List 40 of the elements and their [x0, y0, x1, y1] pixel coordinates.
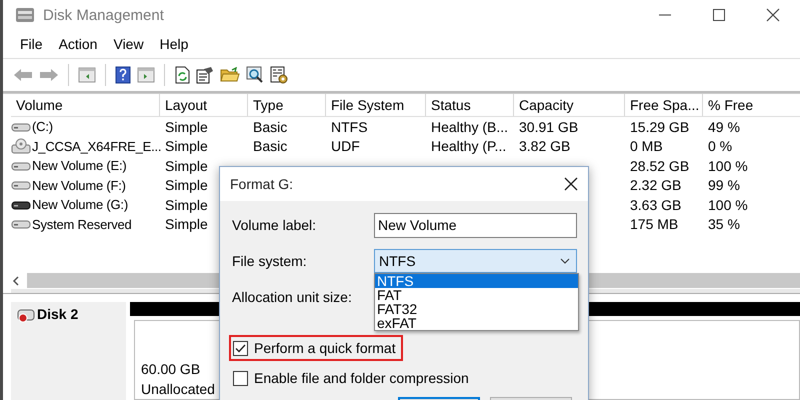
partition-size: 60.00 GB [141, 360, 200, 379]
table-cell: 35 % [708, 216, 740, 232]
table-cell: Healthy (P... [431, 138, 506, 154]
table-cell: Basic [253, 138, 288, 154]
disk-name: Disk 2 [37, 306, 78, 322]
table-cell: Simple [165, 158, 208, 174]
table-cell: UDF [331, 138, 360, 154]
volume-name: System Reserved [32, 216, 132, 232]
table-cell: 3.63 GB [630, 196, 682, 213]
table-cell: 3.82 GB [519, 138, 570, 154]
field-label: Allocation unit size: [232, 289, 353, 305]
table-cell: Simple [165, 118, 208, 135]
volume-name: New Volume (E:) [32, 158, 127, 174]
table-cell: 30.91 GB [519, 118, 578, 135]
table-cell: 100 % [708, 196, 748, 213]
table-cell: Simple [165, 138, 208, 154]
table-cell: Basic [253, 118, 288, 135]
field-label: File system: [232, 253, 308, 269]
table-cell: 2.32 GB [630, 177, 682, 194]
field-label: Volume label: [232, 217, 318, 233]
table-cell: 100 % [708, 158, 748, 174]
table-cell: Simple [165, 216, 208, 232]
partition-status: Unallocated [141, 380, 215, 399]
table-cell: 49 % [708, 118, 740, 135]
table-cell: Simple [165, 177, 208, 194]
table-cell: 99 % [708, 177, 740, 194]
volume-name: New Volume (G:) [32, 197, 128, 212]
table-cell: 0 MB [630, 138, 663, 154]
table-cell: 175 MB [630, 216, 678, 232]
volume-name: New Volume (F:) [32, 178, 126, 193]
volume-name: J_CCSA_X64FRE_E... [32, 138, 162, 154]
dialog-title: Format G: [230, 176, 294, 192]
window-title: Disk Management [43, 6, 165, 24]
table-cell: 28.52 GB [630, 158, 690, 174]
table-cell: Simple [165, 196, 208, 213]
table-cell: NTFS [331, 118, 368, 135]
table-cell: Healthy (B... [431, 118, 508, 135]
table-cell: 15.29 GB [630, 118, 690, 135]
table-cell: 0 % [708, 138, 732, 154]
volume-name: (C:) [32, 119, 53, 134]
